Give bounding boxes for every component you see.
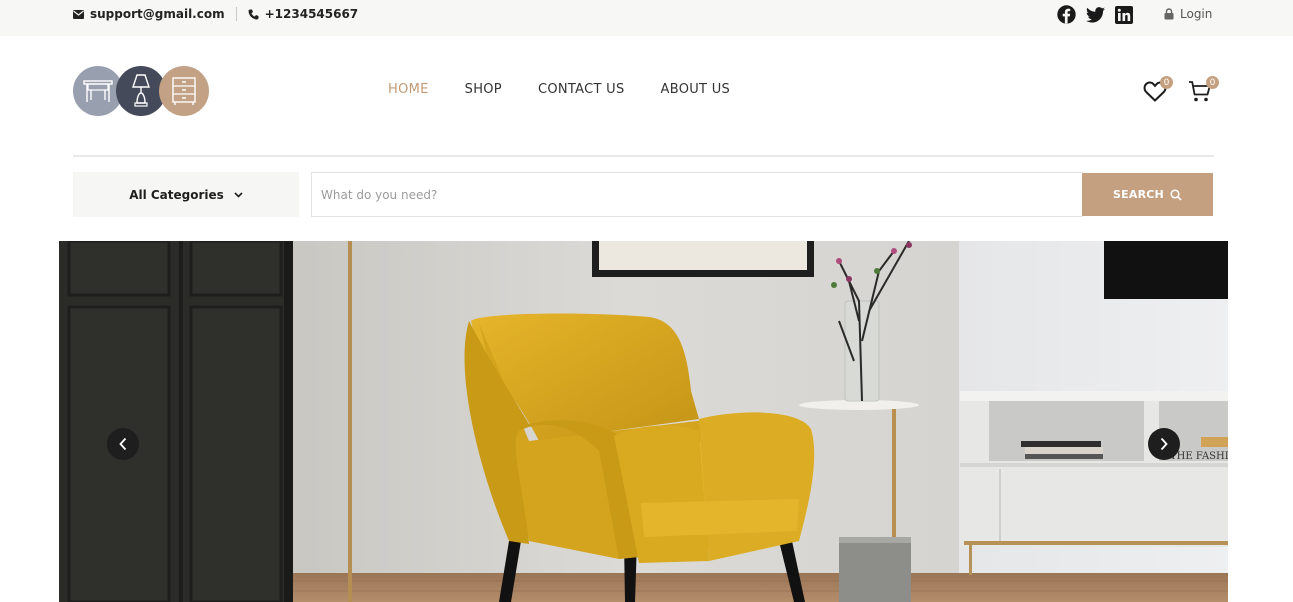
main-nav: HOME SHOP CONTACT US ABOUT US: [388, 82, 730, 97]
login-label: Login: [1180, 7, 1213, 21]
category-dropdown[interactable]: All Categories: [73, 172, 299, 217]
phone-item[interactable]: +1234545667: [248, 7, 359, 21]
contact-separator: [235, 7, 237, 21]
nav-shop[interactable]: SHOP: [465, 82, 502, 97]
nav-contact-us[interactable]: CONTACT US: [538, 82, 625, 97]
table-icon: [83, 80, 113, 102]
top-bar: support@gmail.com +1234545667 Login: [0, 0, 1293, 36]
nav-about-us[interactable]: ABOUT US: [661, 82, 731, 97]
hero-image: THE FASHI: [59, 241, 1228, 602]
cart-button[interactable]: 0: [1187, 76, 1221, 106]
phone-text: +1234545667: [264, 7, 359, 21]
phone-icon: [248, 9, 259, 19]
facebook-icon[interactable]: [1056, 5, 1076, 24]
chevron-right-icon: [1160, 437, 1168, 451]
wall-tv: [1104, 241, 1228, 299]
cart-count-badge: 0: [1206, 76, 1219, 89]
search-button[interactable]: SEARCH: [1082, 173, 1213, 216]
search-icon: [1170, 188, 1182, 201]
wishlist-button[interactable]: 0: [1141, 76, 1175, 106]
header-divider: [73, 155, 1214, 157]
lamp-icon: [132, 74, 150, 107]
hero-slider: THE FASHI: [59, 241, 1228, 602]
social-links: [1056, 5, 1134, 24]
chevron-left-icon: [119, 437, 127, 451]
linkedin-icon[interactable]: [1114, 5, 1134, 24]
email-text: support@gmail.com: [90, 7, 225, 21]
twitter-icon[interactable]: [1085, 5, 1105, 24]
site-logo[interactable]: [73, 66, 209, 117]
drawer-icon: [172, 77, 196, 105]
contact-info: support@gmail.com +1234545667: [73, 0, 358, 28]
email-item[interactable]: support@gmail.com: [73, 7, 225, 21]
nav-home[interactable]: HOME: [388, 82, 429, 97]
search-input[interactable]: [311, 172, 1083, 217]
slider-next-button[interactable]: [1148, 428, 1180, 460]
wood-floor: [289, 573, 1228, 602]
magazine-text: THE FASHI: [1170, 451, 1228, 462]
floor-lamp-pole: [348, 241, 352, 602]
envelope-icon: [73, 9, 84, 19]
search-button-label: SEARCH: [1113, 188, 1164, 201]
header-icons: 0 0: [1141, 76, 1221, 106]
chevron-down-icon: [234, 191, 243, 198]
logo-drawer-circle: [159, 66, 209, 116]
slider-prev-button[interactable]: [107, 428, 139, 460]
category-label: All Categories: [129, 187, 224, 202]
lock-icon: [1164, 8, 1174, 20]
login-link[interactable]: Login: [1164, 0, 1212, 28]
wishlist-count-badge: 0: [1160, 76, 1173, 89]
